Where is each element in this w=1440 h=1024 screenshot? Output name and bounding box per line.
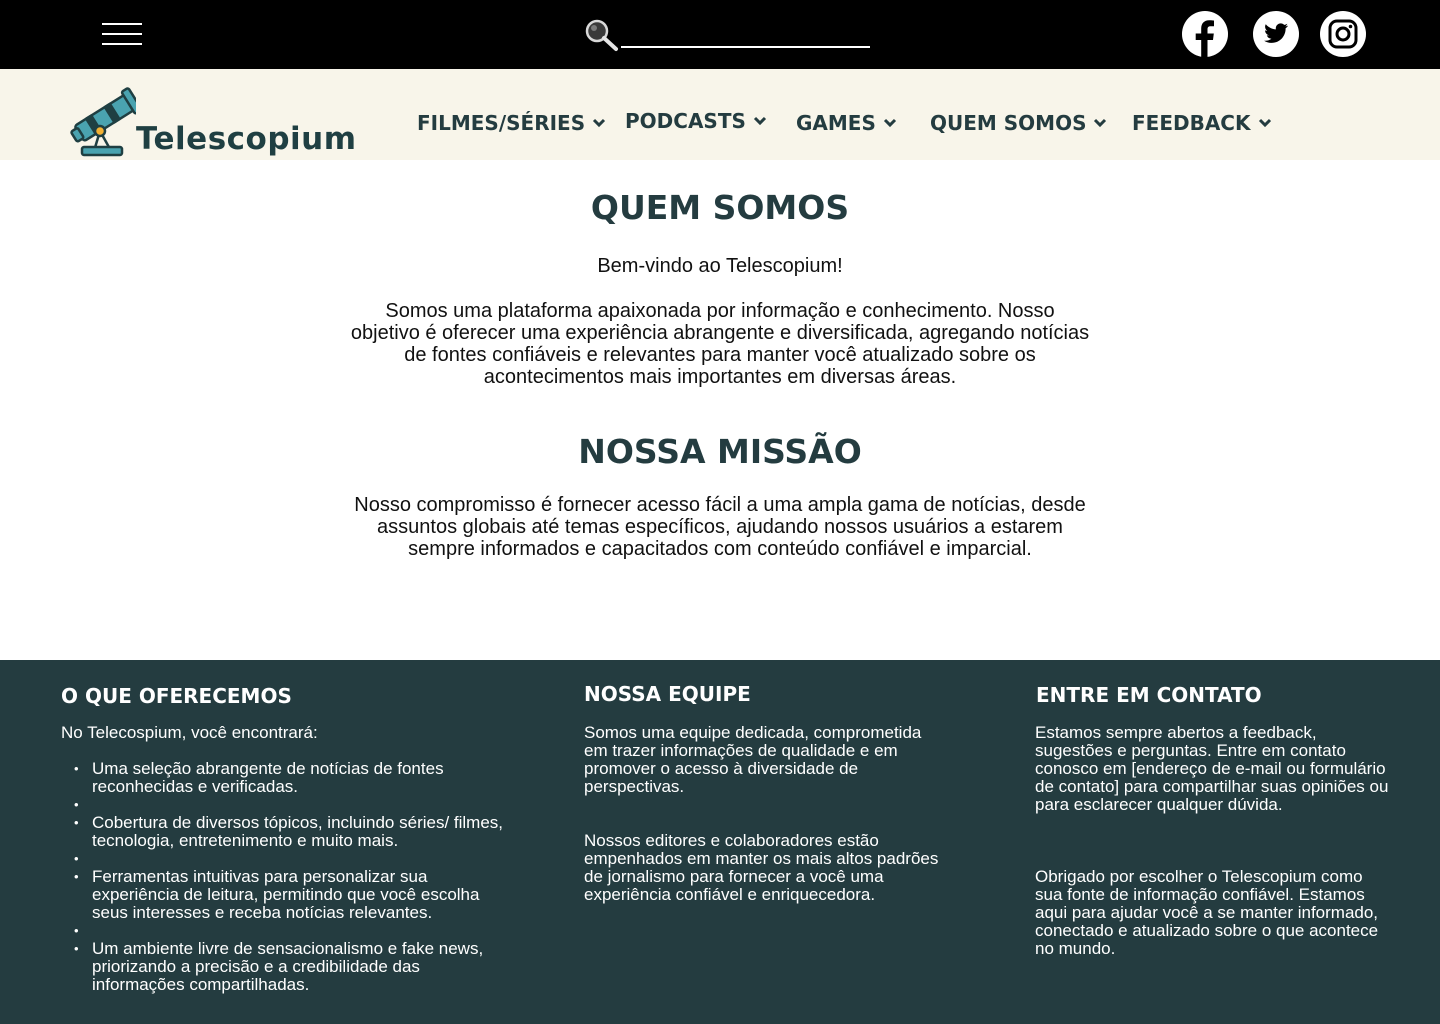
facebook-icon [1195,20,1214,57]
nav-item-label: QUEM SOMOS [930,111,1087,135]
list-item: Um ambiente livre de sensacionalismo e f… [72,940,512,994]
contact-paragraph: Estamos sempre abertos a feedback, suges… [1035,723,1389,814]
nav-item-filmes-series[interactable]: FILMES/SÉRIES [417,111,606,135]
contact-title: ENTRE EM CONTATO [1036,683,1262,707]
nav-item-feedback[interactable]: FEEDBACK [1132,111,1272,135]
mission-paragraph: Nosso compromisso é fornecer acesso fáci… [354,494,1086,560]
offer-title: O QUE OFERECEMOS [61,684,292,708]
list-item: Cobertura de diversos tópicos, incluindo… [72,814,512,850]
nav-item-games[interactable]: GAMES [796,111,897,135]
brand-logo[interactable]: Telescopium [66,79,356,159]
nav-item-label: FILMES/SÉRIES [417,111,586,135]
twitter-link[interactable] [1253,11,1299,57]
chevron-down-icon [1094,118,1107,128]
chevron-down-icon [593,118,606,128]
list-item: Uma seleção abrangente de notícias de fo… [72,760,512,796]
nav-bar: Telescopium FILMES/SÉRIES PODCASTS GAMES… [0,69,1440,160]
brand-name: Telescopium [136,121,357,157]
chevron-down-icon [753,116,766,126]
search-input[interactable] [621,22,870,48]
nav-item-quem-somos[interactable]: QUEM SOMOS [930,111,1107,135]
nav-item-label: GAMES [796,111,876,135]
nav-item-podcasts[interactable]: PODCASTS [625,109,767,133]
instagram-link[interactable] [1320,11,1366,57]
footer: O QUE OFERECEMOS No Telecospium, você en… [0,660,1440,1024]
offer-intro: No Telecospium, você encontrará: [61,723,318,742]
team-paragraph: Nossos editores e colaboradores estão em… [584,831,939,904]
chevron-down-icon [1258,118,1271,128]
offer-list: Uma seleção abrangente de notícias de fo… [72,760,512,994]
welcome-text: Bem-vindo ao Telescopium! [597,255,843,277]
nav-item-label: FEEDBACK [1132,111,1251,135]
contact-paragraph: Obrigado por escolher o Telescopium como… [1035,867,1379,958]
team-title: NOSSA EQUIPE [584,682,751,706]
facebook-link[interactable] [1182,11,1228,57]
telescope-icon [70,87,136,157]
chevron-down-icon [883,118,896,128]
list-item: ​ [72,850,512,868]
page-title: QUEM SOMOS [590,188,850,227]
twitter-icon [1264,23,1288,43]
top-bar [0,0,1440,69]
mission-title: NOSSA MISSÃO [578,432,862,471]
search-icon[interactable] [584,18,620,52]
instagram-icon [1328,19,1358,49]
hamburger-menu-icon[interactable] [100,20,144,50]
list-item: Ferramentas intuitivas para personalizar… [72,868,512,922]
team-paragraph: Somos uma equipe dedicada, comprometida … [584,723,922,796]
intro-paragraph: Somos uma plataforma apaixonada por info… [350,300,1090,388]
nav-item-label: PODCASTS [625,109,746,133]
list-item: ​ [72,922,512,940]
list-item: ​ [72,796,512,814]
